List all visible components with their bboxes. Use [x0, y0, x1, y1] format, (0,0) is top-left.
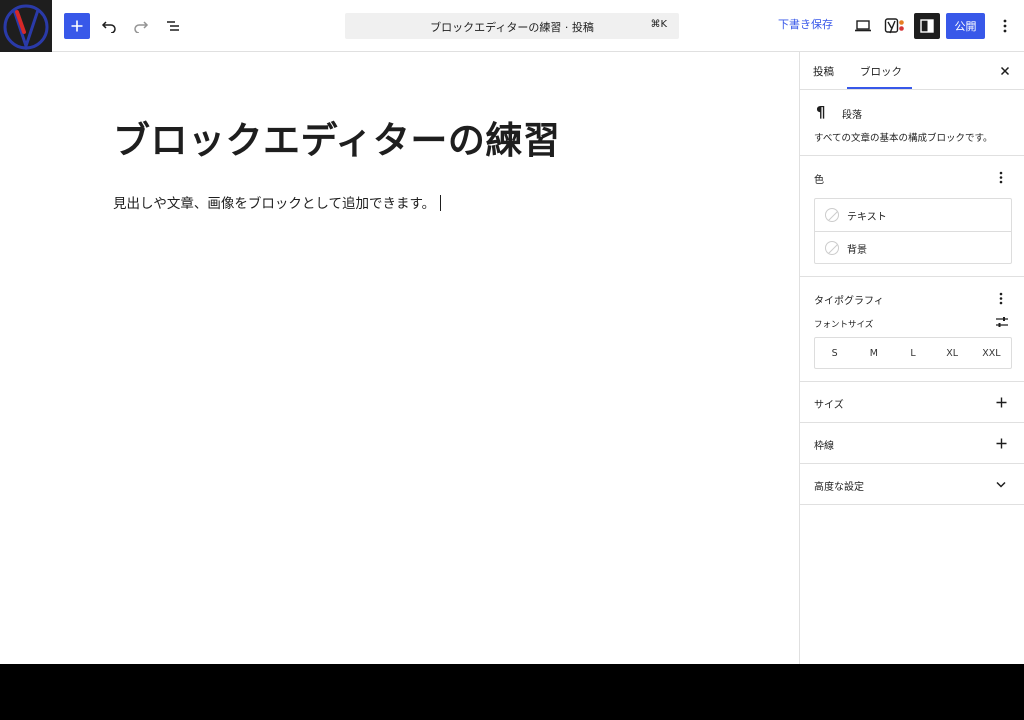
- settings-sliders-icon: [996, 317, 1008, 327]
- settings-sidebar: 投稿 ブロック ¶ 段落 すべての文章の基本の構成ブロックです。 色 テキスト …: [799, 52, 1024, 664]
- settings-panel-button[interactable]: [914, 13, 940, 39]
- typography-panel: タイポグラフィ フォントサイズ S M L XL XXL: [800, 277, 1024, 382]
- editor-app: ブロックエディターの練習 · 投稿 ⌘K 下書き保存 公開 ブロックエディターの…: [0, 0, 1024, 664]
- more-vertical-icon: [999, 171, 1003, 183]
- border-panel-title: 枠線: [814, 441, 834, 452]
- dimensions-panel-title: サイズ: [814, 400, 844, 411]
- yoast-icon: [884, 18, 904, 34]
- paragraph-text[interactable]: 見出しや文章、画像をブロックとして追加できます。: [113, 196, 435, 212]
- font-size-xxl[interactable]: XXL: [972, 338, 1011, 368]
- list-view-button[interactable]: [160, 13, 186, 39]
- font-size-xl[interactable]: XL: [933, 338, 972, 368]
- font-size-l[interactable]: L: [893, 338, 932, 368]
- add-block-button[interactable]: [64, 13, 90, 39]
- redo-icon: [134, 21, 149, 33]
- advanced-panel-title: 高度な設定: [814, 482, 864, 493]
- block-name: 段落: [842, 110, 862, 121]
- paragraph-icon: ¶: [816, 103, 826, 121]
- plus-icon[interactable]: [995, 396, 1007, 408]
- post-title[interactable]: ブロックエディターの練習: [113, 110, 560, 164]
- publish-button[interactable]: 公開: [946, 13, 985, 39]
- more-vertical-icon: [1003, 19, 1007, 33]
- redo-button[interactable]: [128, 13, 154, 39]
- color-panel: 色 テキスト 背景: [800, 156, 1024, 277]
- block-description: すべての文章の基本の構成ブロックです。: [814, 133, 993, 144]
- list-view-icon: [167, 21, 179, 31]
- active-tab-indicator: [847, 87, 912, 89]
- color-item-label: テキスト: [847, 212, 887, 223]
- color-item-background[interactable]: 背景: [815, 231, 1011, 263]
- sidebar-toggle-icon: [920, 19, 934, 33]
- paragraph-block[interactable]: 見出しや文章、画像をブロックとして追加できます。: [113, 192, 442, 212]
- tab-block[interactable]: ブロック: [860, 64, 902, 79]
- typography-panel-title: タイポグラフィ: [814, 296, 884, 307]
- color-panel-title: 色: [814, 175, 824, 186]
- editor-canvas[interactable]: ブロックエディターの練習 見出しや文章、画像をブロックとして追加できます。: [0, 52, 800, 664]
- custom-font-size-button[interactable]: [995, 316, 1009, 328]
- more-vertical-icon: [999, 292, 1003, 304]
- font-size-label: フォントサイズ: [814, 320, 874, 330]
- undo-button[interactable]: [96, 13, 122, 39]
- tab-post[interactable]: 投稿: [813, 64, 834, 79]
- color-item-text[interactable]: テキスト: [815, 199, 1011, 231]
- site-logo-icon: [3, 4, 49, 50]
- close-sidebar-button[interactable]: [998, 64, 1012, 78]
- editor-header: ブロックエディターの練習 · 投稿 ⌘K 下書き保存 公開: [0, 0, 1024, 52]
- more-options-button[interactable]: [993, 13, 1017, 39]
- border-panel[interactable]: 枠線: [800, 423, 1024, 464]
- command-palette-button[interactable]: ブロックエディターの練習 · 投稿 ⌘K: [345, 13, 679, 39]
- color-list: テキスト 背景: [814, 198, 1012, 264]
- block-card: ¶ 段落 すべての文章の基本の構成ブロックです。: [800, 90, 1024, 156]
- advanced-panel[interactable]: 高度な設定: [800, 464, 1024, 505]
- save-draft-button[interactable]: 下書き保存: [778, 16, 833, 32]
- sidebar-tabs: 投稿 ブロック: [800, 52, 1024, 90]
- font-size-m[interactable]: M: [854, 338, 893, 368]
- color-options-button[interactable]: [996, 170, 1006, 184]
- text-caret: [440, 195, 442, 211]
- chevron-down-icon[interactable]: [995, 478, 1007, 490]
- empty-swatch-icon: [825, 208, 839, 222]
- site-logo[interactable]: [0, 0, 52, 52]
- font-size-picker: S M L XL XXL: [814, 337, 1012, 369]
- dimensions-panel[interactable]: サイズ: [800, 382, 1024, 423]
- plus-icon: [71, 20, 83, 32]
- yoast-seo-button[interactable]: [882, 13, 908, 39]
- typography-options-button[interactable]: [996, 291, 1006, 305]
- empty-swatch-icon: [825, 241, 839, 255]
- font-size-s[interactable]: S: [815, 338, 854, 368]
- preview-button[interactable]: [850, 13, 876, 39]
- document-title: ブロックエディターの練習 · 投稿: [430, 21, 594, 34]
- undo-icon: [101, 21, 116, 33]
- command-shortcut: ⌘K: [650, 19, 667, 30]
- close-icon: [1000, 66, 1010, 76]
- color-item-label: 背景: [847, 245, 867, 256]
- screen-letterbox: [0, 664, 1024, 720]
- preview-icon: [855, 20, 871, 32]
- plus-icon[interactable]: [995, 437, 1007, 449]
